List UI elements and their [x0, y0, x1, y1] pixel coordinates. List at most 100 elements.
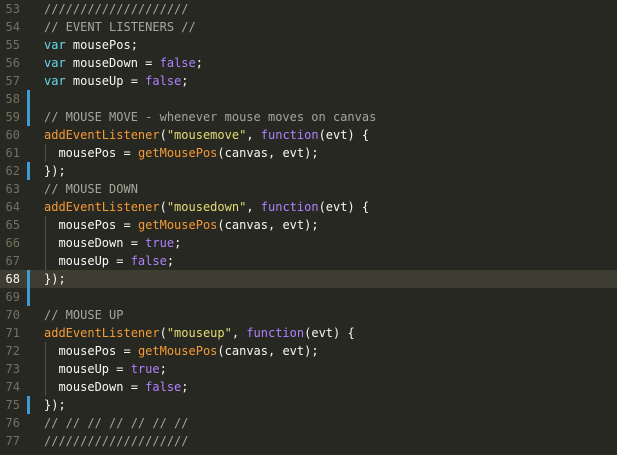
- code-token-op: ,: [246, 200, 261, 214]
- code-line[interactable]: 57 var mouseUp = false;: [0, 72, 617, 90]
- code-line[interactable]: 76 // // // // // // //: [0, 414, 617, 432]
- code-token-op: (: [217, 146, 225, 160]
- code-token-op: (: [159, 128, 167, 142]
- code-token-bool: false: [130, 254, 167, 268]
- code-token-op: (: [217, 218, 225, 232]
- code-token-op: );: [304, 344, 319, 358]
- code-text: mouseUp = false;: [44, 252, 174, 270]
- code-line[interactable]: 73 mouseUp = true;: [0, 360, 617, 378]
- code-token-var: mouseUp: [44, 254, 117, 268]
- code-line[interactable]: 59 // MOUSE MOVE - whenever mouse moves o…: [0, 108, 617, 126]
- code-token-op: (: [159, 200, 167, 214]
- code-token-keyword: var: [44, 38, 66, 52]
- code-line[interactable]: 71 addEventListener("mouseup", function(e…: [0, 324, 617, 342]
- code-text: // MOUSE DOWN: [44, 180, 138, 198]
- code-token-comment: // // // // // // //: [44, 416, 189, 430]
- code-line[interactable]: 56 var mouseDown = false;: [0, 54, 617, 72]
- code-token-func: getMousePos: [137, 146, 218, 160]
- code-token-op: =: [116, 362, 131, 376]
- code-token-op: =: [116, 254, 131, 268]
- git-change-marker: [27, 108, 30, 126]
- code-token-var: canvas, evt: [224, 344, 305, 358]
- code-token-op: ;: [195, 56, 203, 70]
- code-line[interactable]: 69: [0, 288, 617, 306]
- code-line[interactable]: 63 // MOUSE DOWN: [0, 180, 617, 198]
- code-line[interactable]: 74 mouseDown = false;: [0, 378, 617, 396]
- code-token-op: ;: [166, 254, 175, 268]
- code-token-op: =: [130, 380, 146, 394]
- line-number: 53: [5, 2, 20, 16]
- code-line[interactable]: 55 var mousePos;: [0, 36, 617, 54]
- current-code-line[interactable]: 68});: [0, 270, 617, 288]
- code-token-comment: // EVENT LISTENERS //: [44, 20, 196, 34]
- code-token-op: ;: [174, 236, 182, 250]
- code-token-var: mouseUp: [44, 362, 117, 376]
- code-token-op: ;: [159, 362, 167, 376]
- code-text: mousePos = getMousePos(canvas, evt);: [44, 144, 319, 162]
- line-number: 62: [5, 164, 20, 178]
- code-token-op: =: [145, 56, 160, 70]
- code-line[interactable]: 54 // EVENT LISTENERS //: [0, 18, 617, 36]
- line-number: 76: [5, 416, 20, 430]
- code-token-op: ) {: [347, 200, 370, 214]
- code-line[interactable]: 62});: [0, 162, 617, 180]
- code-line[interactable]: 66 mouseDown = true;: [0, 234, 617, 252]
- git-change-marker: [27, 162, 30, 180]
- code-token-kwfunc: function: [260, 200, 319, 214]
- code-token-op: });: [44, 398, 66, 412]
- line-number: 66: [5, 236, 20, 250]
- code-line[interactable]: 65 mousePos = getMousePos(canvas, evt);: [0, 216, 617, 234]
- code-text: mousePos = getMousePos(canvas, evt);: [44, 342, 319, 360]
- code-token-op: (: [217, 344, 225, 358]
- code-editor[interactable]: 53 //////////////////// 54 // EVENT LISTENE…: [0, 0, 617, 455]
- code-line[interactable]: 58: [0, 90, 617, 108]
- code-text: // EVENT LISTENERS //: [44, 18, 196, 36]
- code-line[interactable]: 61 mousePos = getMousePos(canvas, evt);: [0, 144, 617, 162]
- code-token-bool: false: [159, 56, 196, 70]
- code-token-op: ;: [181, 380, 189, 394]
- code-token-op: =: [123, 146, 138, 160]
- line-number: 54: [5, 20, 20, 34]
- code-token-func: getMousePos: [137, 218, 218, 232]
- code-text: var mousePos;: [44, 36, 138, 54]
- line-number: 73: [5, 362, 20, 376]
- code-line[interactable]: 75});: [0, 396, 617, 414]
- code-line[interactable]: 72 mousePos = getMousePos(canvas, evt);: [0, 342, 617, 360]
- code-line[interactable]: 60 addEventListener("mousemove", function…: [0, 126, 617, 144]
- code-token-var: evt: [311, 326, 334, 340]
- line-number: 68: [5, 272, 20, 286]
- code-text: // MOUSE MOVE - whenever mouse moves on …: [44, 108, 376, 126]
- code-token-op: =: [123, 344, 138, 358]
- line-number: 67: [5, 254, 20, 268]
- code-text: var mouseDown = false;: [44, 54, 203, 72]
- code-line[interactable]: 70 // MOUSE UP: [0, 306, 617, 324]
- code-line[interactable]: 53 ////////////////////: [0, 0, 617, 18]
- code-token-var: canvas, evt: [224, 218, 305, 232]
- code-token-op: =: [130, 74, 146, 88]
- code-text: mouseDown = true;: [44, 234, 181, 252]
- code-line[interactable]: 77 ////////////////////: [0, 432, 617, 450]
- code-token-func: addEventListener: [44, 200, 160, 214]
- code-token-comment: // MOUSE DOWN: [44, 182, 138, 196]
- code-token-var: mousePos;: [65, 38, 138, 52]
- code-token-func: addEventListener: [44, 128, 160, 142]
- line-number: 69: [5, 290, 20, 304]
- code-token-op: (: [159, 326, 167, 340]
- code-token-op: );: [304, 146, 319, 160]
- code-token-var: evt: [325, 128, 348, 142]
- code-token-var: canvas, evt: [224, 146, 305, 160]
- code-text: });: [44, 162, 66, 180]
- code-token-kwfunc: function: [246, 326, 305, 340]
- git-change-marker: [27, 90, 30, 108]
- line-number: 55: [5, 38, 20, 52]
- code-token-op: });: [44, 164, 66, 178]
- code-text: mousePos = getMousePos(canvas, evt);: [44, 216, 318, 234]
- code-token-var: mouseDown: [65, 56, 146, 70]
- code-token-var: mousePos: [44, 146, 124, 160]
- code-token-func: addEventListener: [44, 326, 160, 340]
- code-line[interactable]: 64 addEventListener("mousedown", function…: [0, 198, 617, 216]
- code-text: mouseDown = false;: [44, 378, 189, 396]
- git-change-marker: [27, 396, 30, 414]
- code-lines[interactable]: 53 //////////////////// 54 // EVENT LISTENE…: [0, 0, 617, 450]
- code-line[interactable]: 67 mouseUp = false;: [0, 252, 617, 270]
